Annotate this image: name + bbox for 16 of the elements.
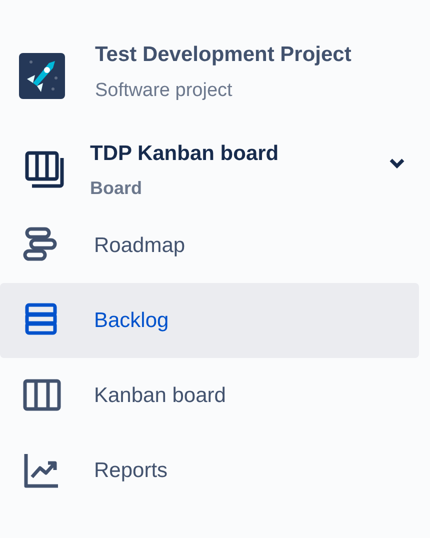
board-selector[interactable]: TDP Kanban board Board	[0, 134, 430, 206]
nav-item[interactable]: Kanban board	[0, 358, 419, 433]
board-subtitle: Board	[90, 177, 144, 200]
nav-item[interactable]: Reports	[0, 433, 419, 508]
nav-label: Reports	[94, 458, 168, 484]
project-type: Software project	[95, 78, 234, 102]
nav-item[interactable]: Backlog	[0, 283, 419, 358]
nav-item[interactable]: Roadmap	[0, 208, 419, 283]
nav-label: Kanban board	[94, 382, 226, 409]
chevron-down-icon	[388, 157, 406, 169]
board-stack-icon	[24, 150, 66, 190]
rocket-logo	[19, 53, 65, 99]
nav-label: Backlog	[94, 308, 169, 334]
project-name: Test Development Project	[95, 42, 352, 68]
board-name: TDP Kanban board	[90, 140, 280, 167]
nav-label: Roadmap	[94, 232, 186, 259]
